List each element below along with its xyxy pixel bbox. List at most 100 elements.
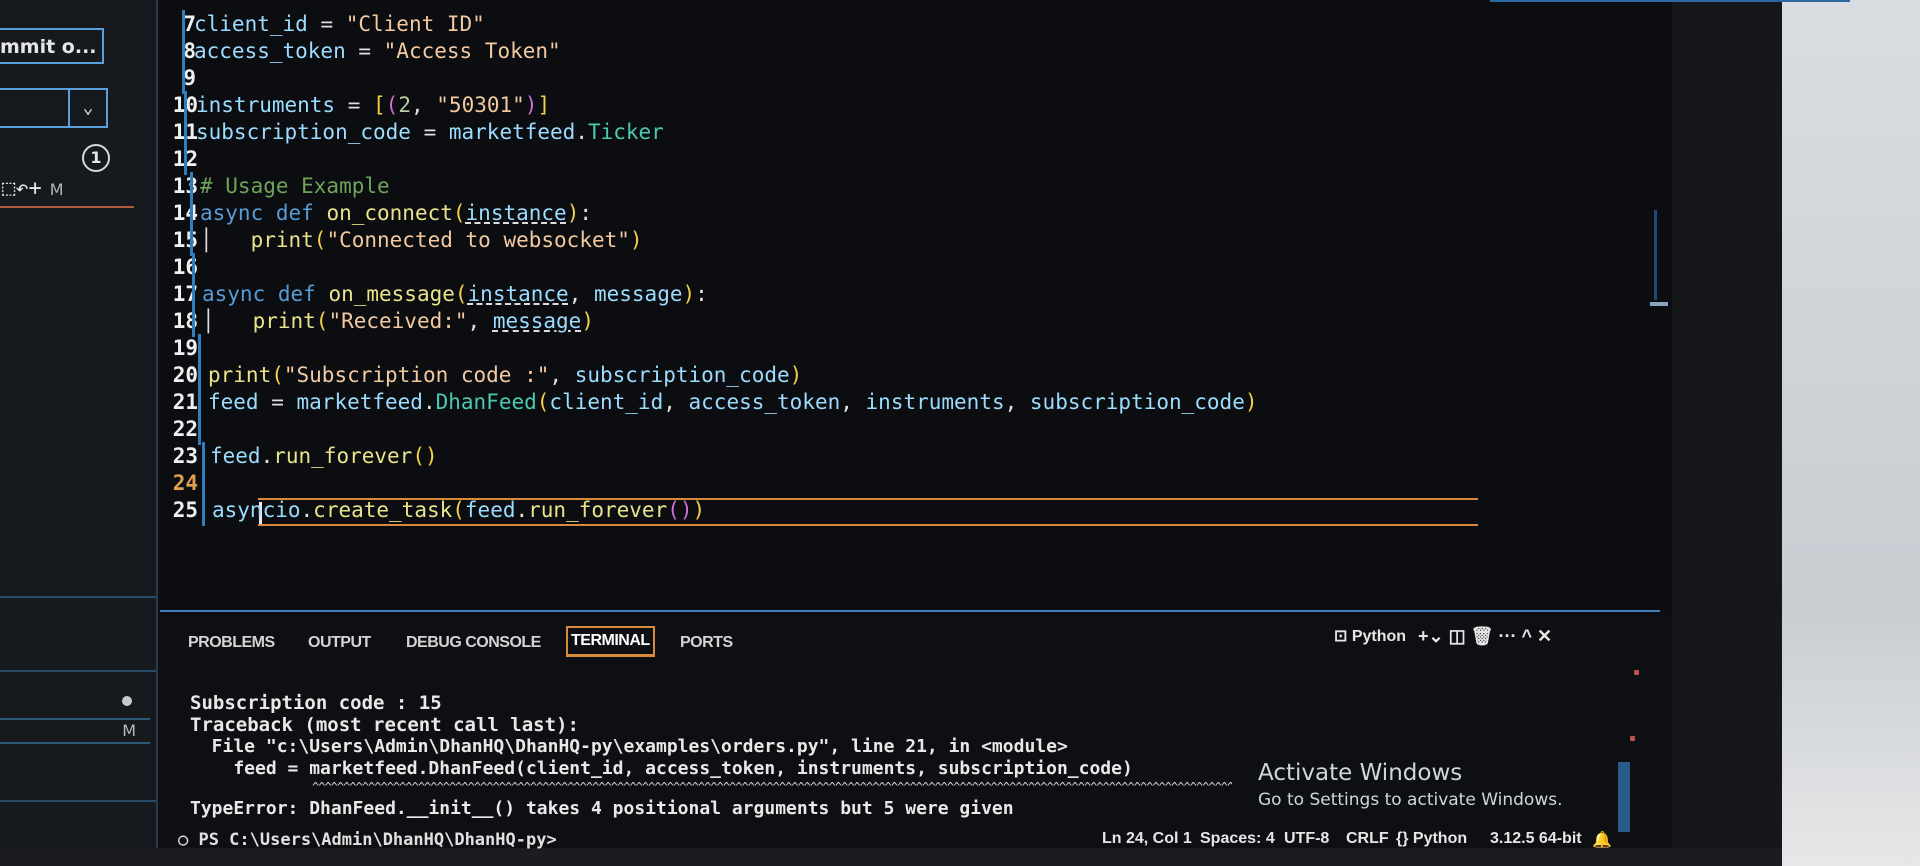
file-actions-icons[interactable]: ⬚↶+ [2, 176, 42, 201]
line-number: 17 [172, 282, 198, 306]
line-number: 12 [142, 145, 198, 173]
code-line[interactable]: 18 │ print("Received:", message) [160, 307, 1560, 337]
end-of-line[interactable]: CRLF [1346, 830, 1389, 848]
source-control-sidebar: mmit o... ⌄ 1 ⬚↶+ M M [0, 0, 158, 848]
code-line[interactable]: 21 feed = marketfeed.DhanFeed(client_id, … [160, 388, 1560, 418]
tab-debug-console[interactable]: DEBUG CONSOLE [406, 634, 541, 652]
changes-count-badge: 1 [82, 144, 110, 172]
code-line[interactable]: 24 [160, 469, 1560, 499]
tab-problems[interactable]: PROBLEMS [188, 634, 275, 652]
git-gutter-marker [192, 280, 195, 310]
editor-top-border [1490, 0, 1850, 2]
git-gutter-marker [198, 361, 201, 391]
code-line[interactable]: 14 async def on_connect(instance): [160, 199, 1560, 229]
git-gutter-marker [182, 64, 185, 94]
code-text: │ print("Received:", message) [202, 309, 594, 333]
git-gutter-marker [190, 199, 193, 229]
commit-button[interactable]: mmit o... [0, 28, 104, 64]
code-line[interactable]: 13 # Usage Example [160, 172, 1560, 202]
commit-dropdown[interactable]: ⌄ [0, 88, 108, 128]
code-text: async def on_message(instance, message): [202, 282, 708, 306]
code-line[interactable]: 10instruments = [(2, "50301")] [160, 91, 1560, 121]
code-text: # Usage Example [200, 174, 390, 198]
line-number: 10 [142, 91, 198, 119]
git-gutter-marker [202, 442, 205, 472]
code-line[interactable]: 15 │ print("Connected to websocket") [160, 226, 1560, 256]
git-gutter-marker [184, 145, 187, 175]
code-line[interactable]: 11subscription_code = marketfeed.Ticker [160, 118, 1560, 148]
line-number: 21 [172, 390, 198, 414]
indentation[interactable]: Spaces: 4 [1200, 830, 1275, 848]
line-number: 11 [142, 118, 198, 146]
code-text: asyncio.create_task(feed.run_forever()) [212, 498, 706, 522]
encoding[interactable]: UTF-8 [1284, 830, 1329, 848]
scrollbar-track[interactable] [1654, 210, 1657, 300]
code-text: feed.run_forever() [210, 444, 438, 468]
status-bar: Ln 24, Col 1 Spaces: 4 UTF-8 CRLF {} Pyt… [160, 830, 1630, 850]
line-number: 22 [172, 417, 198, 441]
tab-output[interactable]: OUTPUT [308, 634, 371, 652]
code-line[interactable]: 22 [160, 415, 1560, 445]
git-gutter-marker [198, 415, 201, 445]
git-gutter-marker [202, 469, 205, 499]
line-number: 20 [172, 363, 198, 387]
code-text: async def on_connect(instance): [200, 201, 592, 225]
code-text: │ print("Connected to websocket") [200, 228, 643, 252]
panel-scrollbar[interactable] [1618, 762, 1630, 832]
terminal-panel: PROBLEMS OUTPUT DEBUG CONSOLE TERMINAL P… [160, 610, 1660, 848]
tab-ports[interactable]: PORTS [680, 634, 733, 652]
language-mode[interactable]: {} Python [1396, 830, 1467, 848]
tab-terminal[interactable]: TERMINAL [566, 626, 655, 657]
terminal-shell-selector[interactable]: ⊡ Python [1334, 626, 1406, 646]
line-number: 18 [172, 309, 198, 333]
line-number: 8 [183, 39, 196, 63]
terminal-icon: ⊡ [1334, 628, 1352, 645]
monitor-bezel [1672, 0, 1782, 866]
git-gutter-marker [184, 118, 187, 148]
git-gutter-marker [184, 91, 187, 121]
code-line[interactable]: 23 feed.run_forever() [160, 442, 1560, 472]
error-message: TypeError: DhanFeed.__init__() takes 4 p… [190, 798, 1014, 819]
divider [0, 670, 156, 672]
code-line[interactable]: 25 asyncio.create_task(feed.run_forever()… [160, 496, 1560, 526]
modified-flag: M [49, 180, 64, 199]
line-number: 25 [172, 498, 198, 522]
error-carets: ^^^^^^^^^^^^^^^^^^^^^^^^^^^^^^^^^^^^^^^^… [312, 780, 1232, 794]
code-line[interactable]: 7 client_id = "Client ID" [160, 10, 1560, 40]
changes-actions-row[interactable]: ⬚↶+ M [0, 176, 134, 208]
file-modified-row[interactable]: M [0, 718, 150, 744]
divider [0, 596, 156, 598]
git-gutter-marker [190, 226, 193, 256]
terminal-output-line: Traceback (most recent call last): [190, 714, 579, 736]
code-text: subscription_code = marketfeed.Ticker [196, 120, 664, 144]
scrollbar-thumb[interactable] [1650, 302, 1668, 306]
code-editor[interactable]: 7 client_id = "Client ID" 8 access_token = … [160, 0, 1850, 610]
terminal-output-line: File "c:\Users\Admin\DhanHQ\DhanHQ-py\ex… [190, 736, 1068, 757]
python-interpreter[interactable]: 3.12.5 64-bit [1490, 830, 1582, 848]
git-gutter-marker [192, 307, 195, 337]
code-line[interactable]: 12 [160, 145, 1560, 175]
code-line[interactable]: 9 [160, 64, 1560, 94]
code-text: client_id = "Client ID" [194, 12, 485, 36]
marker [1630, 736, 1635, 741]
git-gutter-marker [192, 253, 195, 283]
line-number: 24 [172, 471, 198, 495]
activate-windows-watermark: Activate Windows Go to Settings to activ… [1258, 760, 1563, 810]
code-line[interactable]: 8 access_token = "Access Token" [160, 37, 1560, 67]
bell-icon[interactable]: 🔔 [1592, 830, 1612, 850]
terminal-output-line: Subscription code : 15 [190, 692, 442, 714]
panel-actions[interactable]: +⌄ ◫ 🗑 ··· ^ ✕ [1418, 626, 1552, 647]
code-line[interactable]: 19 [160, 334, 1560, 364]
code-line[interactable]: 17 async def on_message(instance, message… [160, 280, 1560, 310]
code-line[interactable]: 16 [160, 253, 1560, 283]
code-text: feed = marketfeed.DhanFeed(client_id, ac… [208, 390, 1258, 414]
code-text: access_token = "Access Token" [194, 39, 561, 63]
cursor-position[interactable]: Ln 24, Col 1 [1102, 830, 1192, 848]
chevron-down-icon[interactable]: ⌄ [68, 90, 106, 126]
unsaved-dot-icon [122, 696, 132, 706]
line-number: 19 [172, 336, 198, 360]
background-wall [1782, 0, 1920, 866]
divider [0, 800, 156, 802]
code-text: instruments = [(2, "50301")] [196, 93, 551, 117]
code-line[interactable]: 20 print("Subscription code :", subscript… [160, 361, 1560, 391]
